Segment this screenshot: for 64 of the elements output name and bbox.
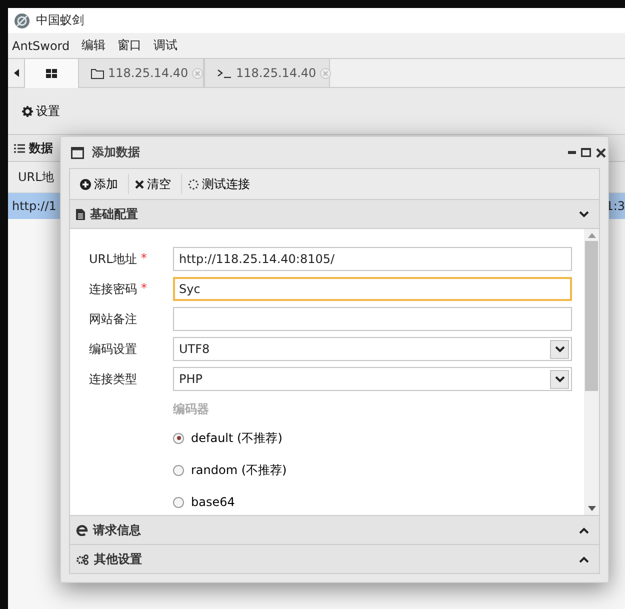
field-label: 连接密码 <box>89 280 137 298</box>
field-label: URL地址 <box>89 250 137 268</box>
tab[interactable] <box>24 59 78 88</box>
settings-icon <box>22 106 33 116</box>
window-title: 中国蚁剑 <box>36 12 84 29</box>
arrow-down-icon[interactable] <box>588 506 596 511</box>
settings-button[interactable]: 设置 <box>20 100 62 122</box>
dialog-title: 添加数据 <box>92 144 140 161</box>
field-label: 网站备注 <box>89 310 137 328</box>
menu-item[interactable]: 窗口 <box>118 37 142 54</box>
grid-icon <box>46 68 58 78</box>
radio-option[interactable]: default (不推荐) <box>173 426 572 450</box>
browser-e-icon <box>76 524 88 536</box>
column-header: URL地 <box>18 168 54 186</box>
add-button[interactable]: 添加 <box>74 174 129 194</box>
input-field[interactable] <box>173 307 572 331</box>
plus-circle-icon <box>80 178 91 190</box>
input-field[interactable]: Syc <box>173 277 572 301</box>
panel-title: 数据 <box>29 140 53 156</box>
gears-icon <box>76 554 89 564</box>
menu-item[interactable]: 调试 <box>154 37 178 54</box>
required-mark: * <box>140 250 147 266</box>
terminal-icon <box>217 68 232 78</box>
clear-button[interactable]: 清空 <box>129 174 182 194</box>
dropdown-button[interactable] <box>550 370 569 388</box>
radio-icon[interactable] <box>173 496 184 508</box>
chevron-down-icon[interactable] <box>579 210 589 218</box>
select-field[interactable]: PHP <box>173 367 572 391</box>
test-button[interactable]: 测试连接 <box>182 174 260 194</box>
chevron-up-icon[interactable] <box>579 526 589 534</box>
spinner-icon <box>188 178 199 190</box>
window-icon <box>71 146 84 158</box>
document-icon <box>76 208 85 220</box>
section-header[interactable]: 基础配置 <box>69 200 600 229</box>
tab[interactable]: 118.25.14.40 <box>78 59 204 87</box>
radio-option[interactable]: base64 <box>173 490 572 514</box>
field-label: 连接类型 <box>89 370 137 388</box>
scroll-thumb[interactable] <box>585 241 598 391</box>
tab[interactable]: 118.25.14.40 <box>204 59 330 87</box>
maximize-icon[interactable] <box>581 148 591 157</box>
section-header[interactable]: 请求信息 <box>69 516 600 545</box>
chevron-up-icon[interactable] <box>579 556 589 562</box>
section-header[interactable]: 其他设置 <box>69 545 600 574</box>
caret-left-icon[interactable] <box>14 69 18 77</box>
required-mark: * <box>141 280 147 296</box>
encoder-heading: 编码器 <box>173 402 209 416</box>
menu-item[interactable]: 编辑 <box>82 37 106 54</box>
dropdown-button[interactable] <box>550 340 569 358</box>
folder-icon <box>91 68 104 78</box>
select-field[interactable]: UTF8 <box>173 337 572 361</box>
radio-option[interactable]: random (不推荐) <box>173 458 572 482</box>
radio-icon[interactable] <box>173 464 184 476</box>
field-label: 编码设置 <box>89 340 137 358</box>
app-logo-icon <box>14 12 30 28</box>
radio-icon[interactable] <box>173 432 184 444</box>
chevron-down-icon[interactable] <box>554 346 564 352</box>
menu-item[interactable]: AntSword <box>12 38 70 52</box>
input-field[interactable]: http://118.25.14.40:8105/ <box>173 247 572 271</box>
chevron-down-icon[interactable] <box>554 376 564 382</box>
table-cell: http://1 <box>12 199 56 213</box>
close-icon[interactable] <box>596 148 606 158</box>
close-icon <box>135 180 144 188</box>
scrollbar[interactable] <box>584 229 599 515</box>
list-icon <box>14 144 25 152</box>
